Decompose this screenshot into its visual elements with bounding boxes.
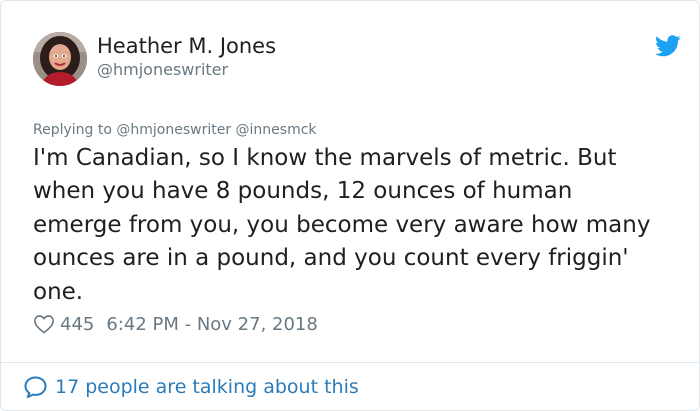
- author-name[interactable]: Heather M. Jones: [97, 33, 276, 59]
- tweet-meta: 445 6:42 PM - Nov 27, 2018: [33, 312, 318, 336]
- tweet-text: I'm Canadian, so I know the marvels of m…: [33, 145, 651, 305]
- conversation-link[interactable]: 17 people are talking about this: [23, 373, 359, 401]
- tweet-header: Heather M. Jones @hmjoneswriter: [33, 32, 681, 88]
- twitter-bird-icon[interactable]: [655, 35, 681, 57]
- heart-icon[interactable]: [33, 314, 55, 334]
- conversation-label[interactable]: 17 people are talking about this: [55, 376, 359, 398]
- avatar[interactable]: [33, 32, 87, 86]
- speech-bubble-icon: [23, 375, 48, 399]
- reply-context[interactable]: Replying to @hmjoneswriter @innesmck: [33, 121, 317, 139]
- author-info: Heather M. Jones @hmjoneswriter: [97, 33, 276, 80]
- like-count[interactable]: 445: [60, 314, 94, 335]
- profile-photo-icon: [33, 32, 87, 86]
- divider: [1, 362, 699, 363]
- tweet-card: Heather M. Jones @hmjoneswriter Replying…: [0, 0, 700, 411]
- author-handle[interactable]: @hmjoneswriter: [97, 60, 276, 80]
- tweet-timestamp[interactable]: 6:42 PM - Nov 27, 2018: [106, 314, 317, 335]
